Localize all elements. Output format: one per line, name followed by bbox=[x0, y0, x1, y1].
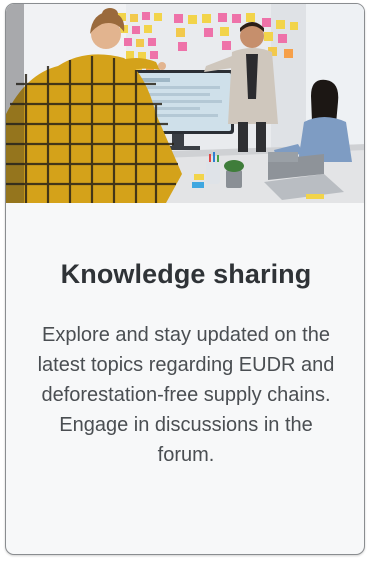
knowledge-sharing-card[interactable]: Knowledge sharing Explore and stay updat… bbox=[5, 3, 365, 555]
card-body: Knowledge sharing Explore and stay updat… bbox=[6, 203, 364, 554]
team-meeting-photo bbox=[6, 4, 364, 203]
card-title: Knowledge sharing bbox=[60, 259, 312, 289]
card-description: Explore and stay updated on the latest t… bbox=[37, 324, 335, 466]
